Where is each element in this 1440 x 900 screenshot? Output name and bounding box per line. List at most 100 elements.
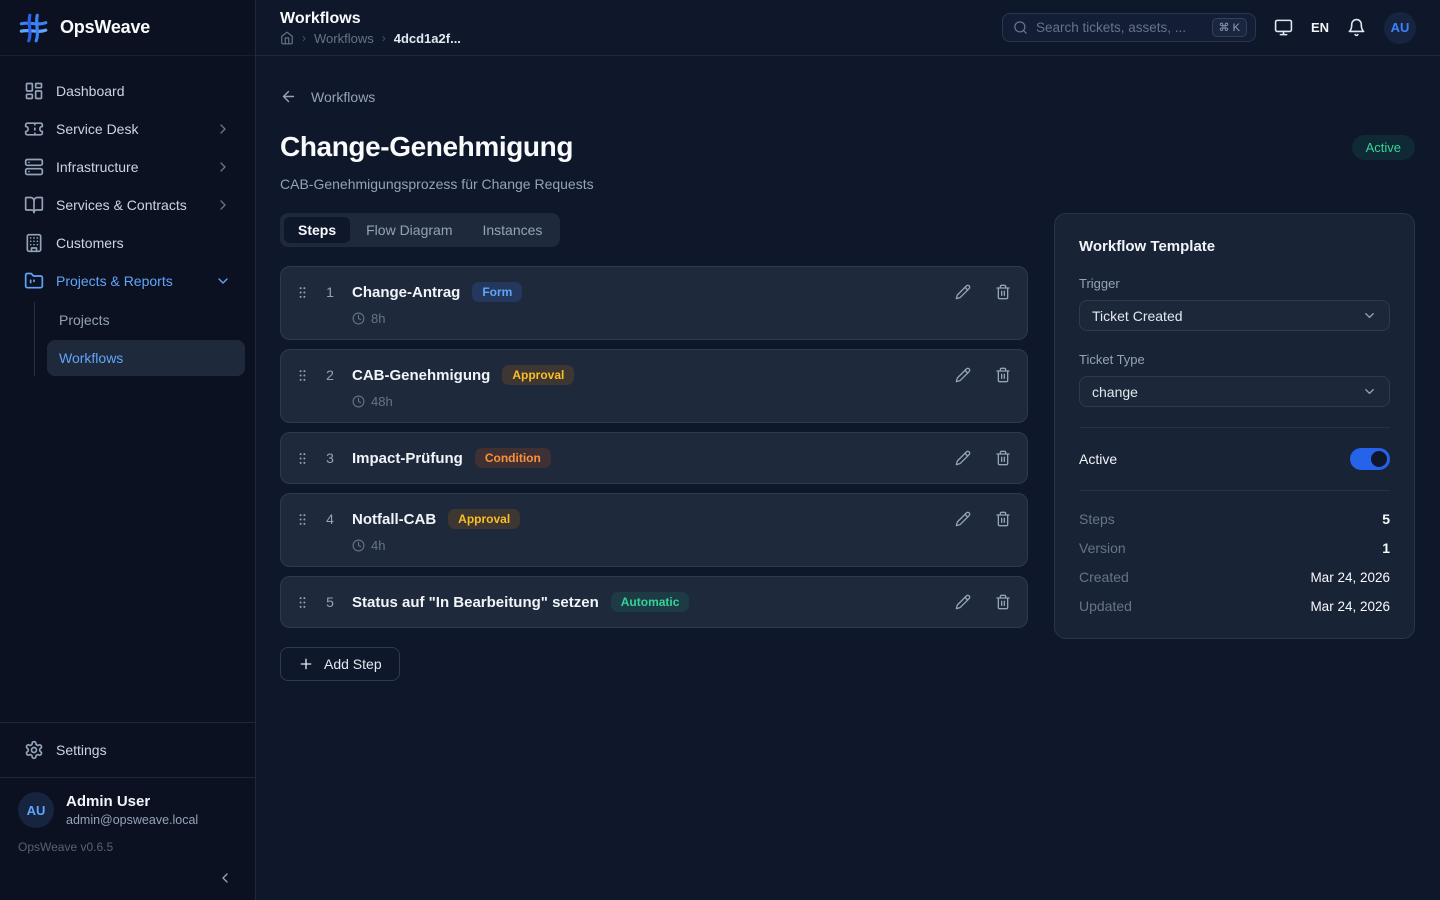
tab-steps[interactable]: Steps	[284, 217, 350, 243]
step-title: Impact-Prüfung	[352, 450, 463, 467]
step-title: Change-Antrag	[352, 284, 460, 301]
sidebar-item-dashboard[interactable]: Dashboard	[10, 72, 245, 110]
drag-handle-icon[interactable]	[295, 590, 310, 614]
step-card-1: 1 Change-Antrag Form	[280, 266, 1028, 340]
sidebar-item-projects[interactable]: Projects	[47, 302, 245, 338]
page-subtitle: CAB-Genehmigungsprozess für Change Reque…	[280, 176, 1415, 192]
steps-list: 1 Change-Antrag Form	[280, 266, 1028, 628]
step-body: Status auf "In Bearbeitung" setzen Autom…	[352, 590, 943, 614]
trigger-select[interactable]: Ticket Created	[1079, 300, 1390, 331]
active-toggle[interactable]	[1350, 448, 1390, 470]
delete-step-button[interactable]	[995, 450, 1011, 466]
step-number: 3	[318, 446, 342, 470]
step-title: Notfall-CAB	[352, 511, 436, 528]
opsweave-logo-icon	[16, 11, 50, 45]
pencil-icon	[955, 511, 971, 527]
breadcrumb: › Workflows › 4dcd1a2f...	[280, 31, 461, 46]
step-number: 2	[318, 363, 342, 387]
drag-handle-icon[interactable]	[295, 280, 310, 304]
sidebar-subitem-label: Workflows	[59, 350, 123, 366]
step-duration-value: 48h	[371, 394, 393, 409]
tab-flow-diagram[interactable]: Flow Diagram	[352, 217, 466, 243]
back-row: Workflows	[280, 88, 1415, 105]
user-block[interactable]: AU Admin User admin@opsweave.local	[0, 778, 255, 832]
settings-label: Settings	[56, 742, 107, 758]
clock-icon	[352, 312, 365, 325]
app-root: OpsWeave Dashboard Service Desk	[0, 0, 1440, 900]
breadcrumb-separator: ›	[382, 31, 386, 45]
tab-instances[interactable]: Instances	[468, 217, 556, 243]
trash-icon	[995, 367, 1011, 383]
folder-icon	[24, 271, 44, 291]
app-name: OpsWeave	[60, 17, 150, 38]
pencil-icon	[955, 594, 971, 610]
delete-step-button[interactable]	[995, 594, 1011, 610]
display-mode-button[interactable]	[1274, 18, 1293, 37]
content-row: Steps Flow Diagram Instances 1	[280, 213, 1415, 681]
steps-column: Steps Flow Diagram Instances 1	[280, 213, 1028, 681]
global-search[interactable]: ⌘ K	[1002, 13, 1256, 42]
ticket-type-label: Ticket Type	[1079, 352, 1390, 367]
topbar-left: Workflows › Workflows › 4dcd1a2f...	[280, 10, 461, 46]
back-button[interactable]	[280, 88, 297, 105]
home-icon[interactable]	[280, 31, 294, 45]
step-actions	[955, 446, 1011, 470]
monitor-icon	[1274, 18, 1293, 37]
edit-step-button[interactable]	[955, 511, 971, 527]
sidebar-item-workflows[interactable]: Workflows	[47, 340, 245, 376]
meta-value: 1	[1382, 540, 1390, 556]
drag-handle-icon[interactable]	[295, 446, 310, 470]
collapse-row	[0, 864, 255, 900]
sidebar-sublist: Projects Workflows	[34, 302, 245, 376]
ticket-icon	[24, 119, 44, 139]
search-input[interactable]	[1036, 20, 1204, 35]
search-icon	[1013, 20, 1028, 35]
add-step-button[interactable]: Add Step	[280, 647, 400, 681]
sidebar-item-customers[interactable]: Customers	[10, 224, 245, 262]
sidebar-subitem-label: Projects	[59, 312, 110, 328]
delete-step-button[interactable]	[995, 511, 1011, 527]
sidebar-item-projects-reports[interactable]: Projects & Reports	[10, 262, 245, 300]
notifications-button[interactable]	[1347, 18, 1366, 37]
sidebar-item-services-contracts[interactable]: Services & Contracts	[10, 186, 245, 224]
delete-step-button[interactable]	[995, 367, 1011, 383]
step-actions	[955, 590, 1011, 614]
avatar[interactable]: AU	[1384, 12, 1416, 44]
breadcrumb-workflows[interactable]: Workflows	[314, 31, 374, 46]
sidebar-item-infrastructure[interactable]: Infrastructure	[10, 148, 245, 186]
step-number: 5	[318, 590, 342, 614]
delete-step-button[interactable]	[995, 284, 1011, 300]
step-card-3: 3 Impact-Prüfung Condition	[280, 432, 1028, 484]
back-link-label[interactable]: Workflows	[311, 89, 375, 105]
step-type-badge: Condition	[475, 448, 551, 468]
page-title: Change-Genehmigung	[280, 131, 573, 163]
avatar: AU	[18, 792, 54, 828]
main-content: Workflows Change-Genehmigung Active CAB-…	[256, 56, 1440, 900]
sidebar-item-label: Projects & Reports	[56, 273, 173, 289]
edit-step-button[interactable]	[955, 594, 971, 610]
logo-row: OpsWeave	[0, 0, 255, 56]
language-toggle[interactable]: EN	[1311, 20, 1329, 35]
sidebar-bottom: Settings AU Admin User admin@opsweave.lo…	[0, 722, 255, 900]
sidebar-item-settings[interactable]: Settings	[0, 723, 255, 777]
edit-step-button[interactable]	[955, 284, 971, 300]
edit-step-button[interactable]	[955, 450, 971, 466]
plus-icon	[298, 656, 314, 672]
step-body: Notfall-CAB Approval 4h	[352, 507, 943, 553]
book-open-icon	[24, 195, 44, 215]
step-card-2: 2 CAB-Genehmigung Approval	[280, 349, 1028, 423]
gear-icon	[24, 740, 44, 760]
drag-handle-icon[interactable]	[295, 507, 310, 531]
sidebar: OpsWeave Dashboard Service Desk	[0, 0, 256, 900]
meta-row-version: Version 1	[1079, 540, 1390, 556]
sidebar-collapse-button[interactable]	[217, 870, 233, 886]
step-card-4: 4 Notfall-CAB Approval	[280, 493, 1028, 567]
ticket-type-select[interactable]: change	[1079, 376, 1390, 407]
active-label: Active	[1079, 451, 1117, 467]
chevron-down-icon	[215, 273, 231, 289]
meta-label: Steps	[1079, 511, 1115, 527]
sidebar-item-service-desk[interactable]: Service Desk	[10, 110, 245, 148]
content-area: Workflows › Workflows › 4dcd1a2f...	[256, 0, 1440, 900]
drag-handle-icon[interactable]	[295, 363, 310, 387]
edit-step-button[interactable]	[955, 367, 971, 383]
